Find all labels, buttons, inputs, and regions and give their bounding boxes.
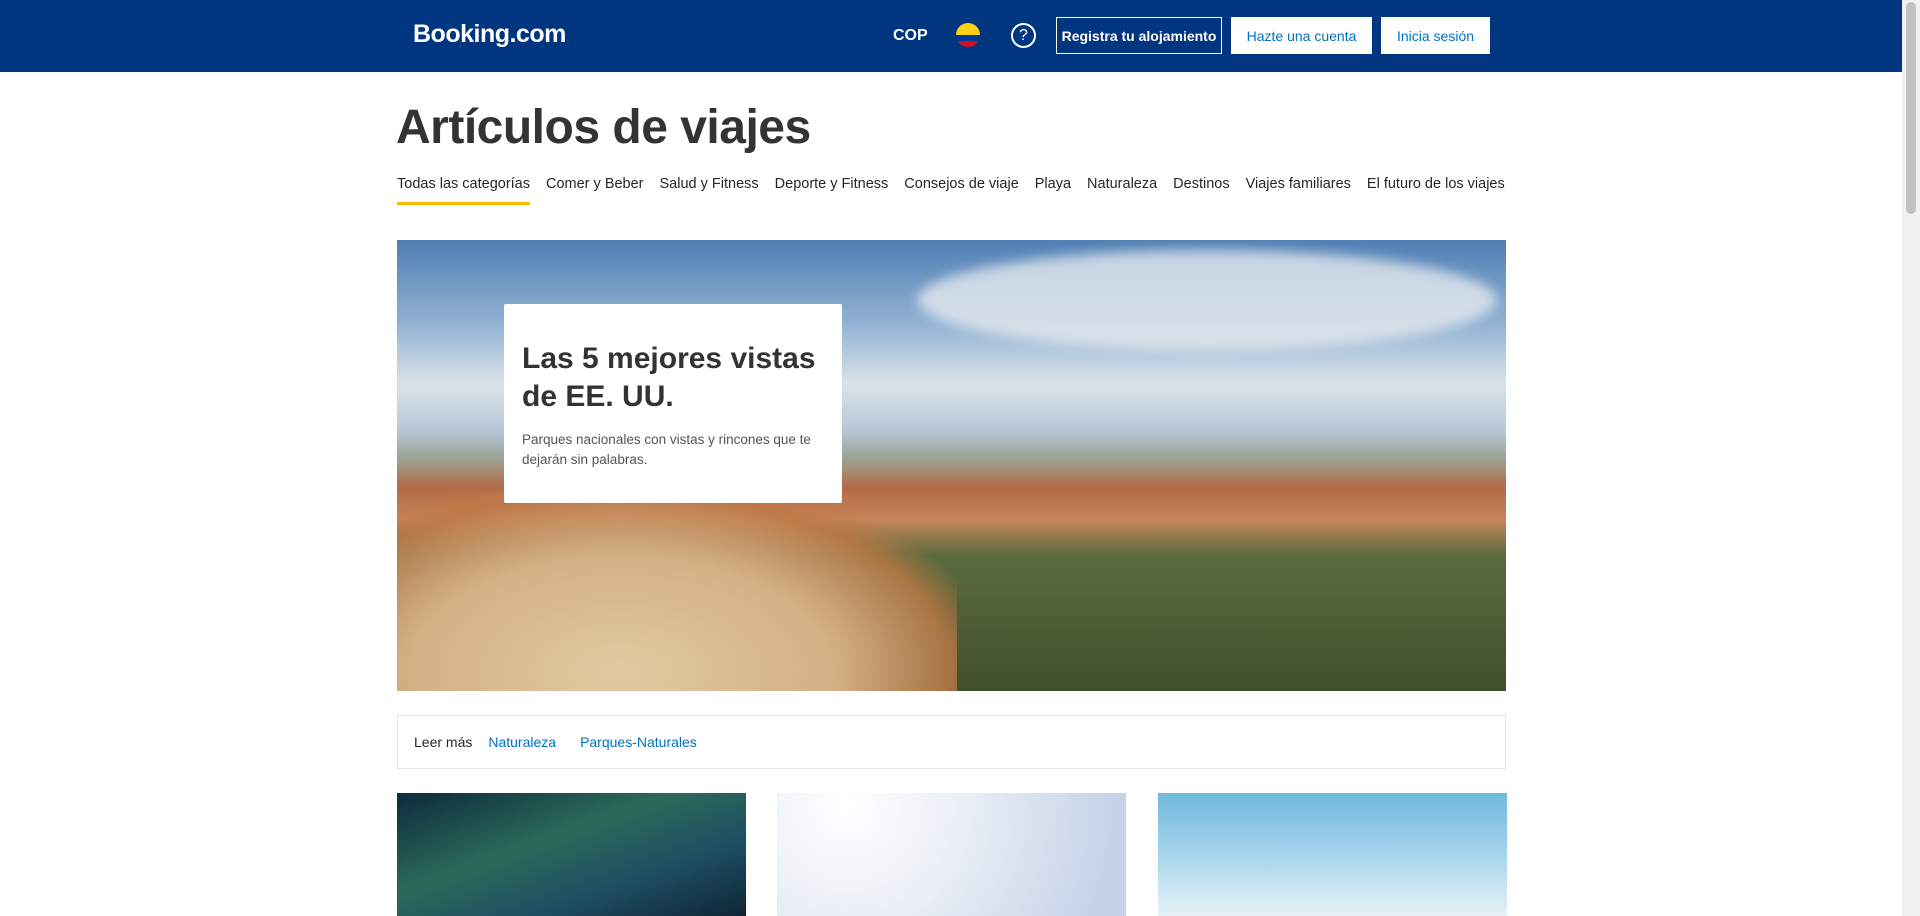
tab-family-travel[interactable]: Viajes familiares bbox=[1246, 176, 1351, 205]
tab-nature[interactable]: Naturaleza bbox=[1087, 176, 1157, 205]
article-thumbnail-clouds[interactable] bbox=[1158, 793, 1507, 916]
read-more-bar: Leer más Naturaleza Parques-Naturales bbox=[397, 715, 1506, 769]
tag-link-nature[interactable]: Naturaleza bbox=[488, 734, 556, 750]
tab-sport-fitness[interactable]: Deporte y Fitness bbox=[775, 176, 889, 205]
register-property-button[interactable]: Registra tu alojamiento bbox=[1056, 17, 1222, 54]
tab-destinations[interactable]: Destinos bbox=[1173, 176, 1229, 205]
top-header: Booking.com COP ? Registra tu alojamient… bbox=[0, 0, 1902, 72]
category-tabs: Todas las categorías Comer y Beber Salud… bbox=[397, 176, 1505, 205]
article-thumbnail-sky[interactable] bbox=[777, 793, 1126, 916]
hero-cloud bbox=[917, 250, 1497, 350]
create-account-button[interactable]: Hazte una cuenta bbox=[1231, 17, 1372, 54]
scrollbar-thumb[interactable] bbox=[1906, 2, 1916, 214]
tab-food-drink[interactable]: Comer y Beber bbox=[546, 176, 644, 205]
hero-article-subtitle: Parques nacionales con vistas y rincones… bbox=[522, 432, 811, 467]
sign-in-button[interactable]: Inicia sesión bbox=[1381, 17, 1490, 54]
tag-link-natural-parks[interactable]: Parques-Naturales bbox=[580, 734, 697, 750]
booking-logo[interactable]: Booking.com bbox=[413, 20, 566, 49]
tab-health-fitness[interactable]: Salud y Fitness bbox=[660, 176, 759, 205]
read-more-label: Leer más bbox=[414, 734, 473, 750]
page-title: Artículos de viajes bbox=[396, 101, 811, 154]
article-thumbnail-aurora[interactable] bbox=[397, 793, 746, 916]
tab-travel-tips[interactable]: Consejos de viaje bbox=[904, 176, 1018, 205]
colombia-flag-icon[interactable] bbox=[956, 23, 980, 47]
tab-beach[interactable]: Playa bbox=[1035, 176, 1071, 205]
scrollbar[interactable] bbox=[1902, 0, 1920, 916]
tab-future-of-travel[interactable]: El futuro de los viajes bbox=[1367, 176, 1505, 205]
currency-button[interactable]: COP bbox=[893, 27, 928, 45]
help-icon[interactable]: ? bbox=[1011, 23, 1036, 48]
hero-rocks bbox=[397, 491, 957, 691]
hero-article-title[interactable]: Las 5 mejores vistas de EE. UU. bbox=[522, 340, 824, 416]
tab-all-categories[interactable]: Todas las categorías bbox=[397, 176, 530, 205]
hero-article-card[interactable]: Las 5 mejores vistas de EE. UU. Parques … bbox=[504, 304, 842, 503]
